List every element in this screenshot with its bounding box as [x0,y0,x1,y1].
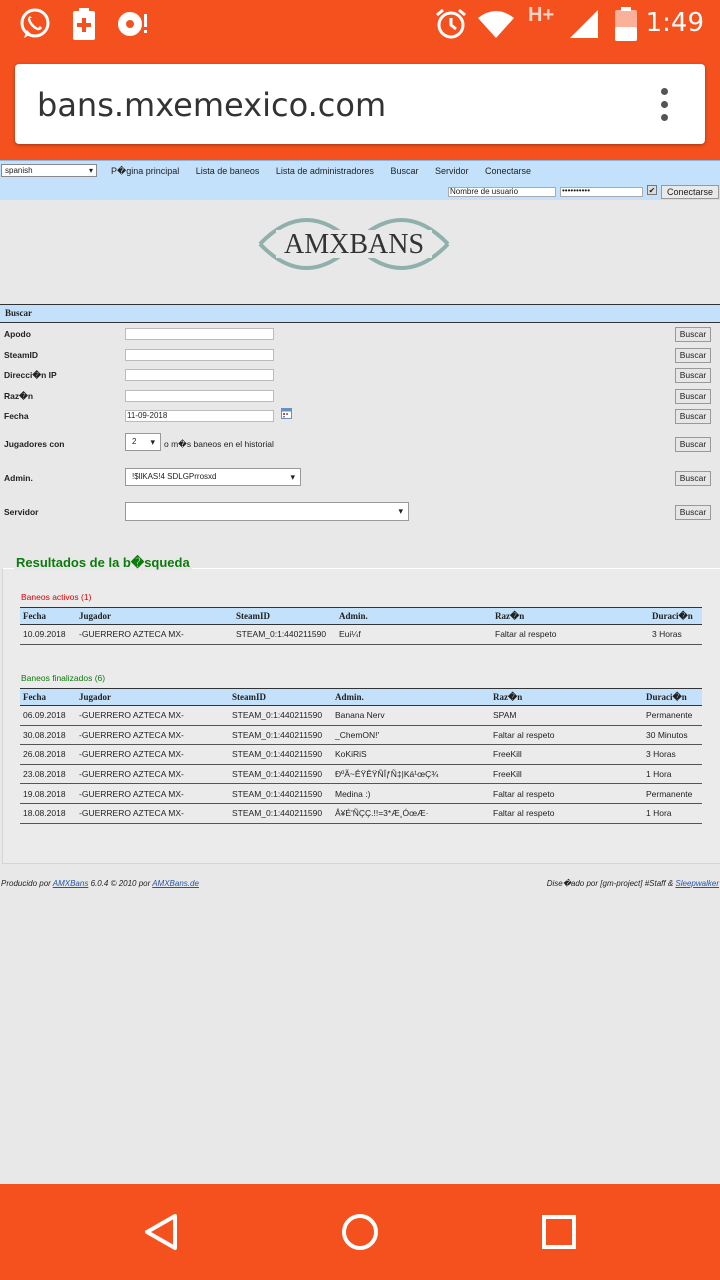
col-steamid[interactable]: SteamID [229,688,332,706]
col-admin[interactable]: Admin. [336,607,492,625]
wifi-icon [478,11,514,38]
apodo-input[interactable] [125,328,274,340]
col-jugador[interactable]: Jugador [76,688,229,706]
password-field[interactable]: •••••••••• [560,187,643,197]
col-razon[interactable]: Raz�n [490,688,643,706]
col-steamid[interactable]: SteamID [233,607,336,625]
table-row[interactable]: 19.08.2018 -GUERRERO AZTECA MX- STEAM_0:1:… [20,783,702,804]
active-bans-table: Fecha Jugador SteamID Admin. Raz�n Durac… [20,607,702,645]
home-icon[interactable] [340,1212,380,1252]
search-ip-button[interactable]: Buscar [675,368,711,383]
search-fecha-button[interactable]: Buscar [675,409,711,424]
nav-links: P�gina principal Lista de baneos Lista d… [111,166,545,177]
status-bar: H+ 1:49 [0,0,720,48]
apodo-label: Apodo [4,329,31,339]
ban-count-suffix: o m�s baneos en el historial [164,439,274,449]
col-fecha[interactable]: Fecha [20,607,76,625]
search-admin-button[interactable]: Buscar [675,471,711,486]
network-type: H+ [528,4,555,26]
remember-checkbox[interactable]: ✔ [647,185,657,195]
amxbans-de-link[interactable]: AMXBans.de [152,879,199,888]
col-jugador[interactable]: Jugador [76,607,233,625]
search-row-apodo: Apodo Buscar [0,327,720,342]
alarm-icon [436,8,466,39]
url-text[interactable]: bans.mxemexico.com [37,86,386,124]
language-select[interactable]: spanish [1,164,97,177]
sleepwalker-link[interactable]: Sleepwalker [675,879,719,888]
steamid-input[interactable] [125,349,274,361]
razon-input[interactable] [125,390,274,402]
jugadores-label: Jugadores con [4,439,65,449]
footer-right: Dise�ado por [gm-project] #Staff & Sleep… [546,879,719,888]
finished-bans-table: Fecha Jugador SteamID Admin. Raz�n Durac… [20,688,702,824]
admin-select[interactable]: !$llKAS!4 SDLGPrrosxd [125,468,301,486]
table-row[interactable]: 23.08.2018 -GUERRERO AZTECA MX- STEAM_0:1:… [20,764,702,785]
nav-link-search[interactable]: Buscar [390,166,418,176]
web-page: spanish P�gina principal Lista de baneos… [0,160,720,1184]
search-row-fecha: Fecha 11-09-2018 Buscar [0,408,720,424]
nav-link-login[interactable]: Conectarse [485,166,531,176]
col-razon[interactable]: Raz�n [492,607,649,625]
col-admin[interactable]: Admin. [332,688,490,706]
ip-label: Direcci�n IP [4,370,57,380]
ip-input[interactable] [125,369,274,381]
search-row-admin: Admin. !$llKAS!4 SDLGPrrosxd Buscar [0,468,720,486]
nav-link-server[interactable]: Servidor [435,166,469,176]
col-duracion[interactable]: Duraci�n [649,607,702,625]
search-header: Buscar [0,304,720,323]
search-apodo-button[interactable]: Buscar [675,327,711,342]
signal-icon [570,10,598,38]
battery-icon [615,7,637,41]
search-row-ip: Direcci�n IP Buscar [0,368,720,383]
android-nav-bar [0,1184,720,1280]
search-row-jugadores: Jugadores con 2 o m�s baneos en el histo… [0,433,720,452]
results-title: Resultados de la b�squeda [14,555,192,571]
footer-left: Producido por AMXBans 6.0.4 © 2010 por A… [1,879,199,888]
steamid-label: SteamID [4,350,39,360]
fecha-label: Fecha [4,411,29,421]
calendar-icon[interactable] [281,408,292,419]
browser-toolbar: bans.mxemexico.com [0,48,720,160]
nav-link-admin-list[interactable]: Lista de administradores [276,166,374,176]
razon-label: Raz�n [4,391,34,401]
admin-label: Admin. [4,473,33,483]
search-servidor-button[interactable]: Buscar [675,505,711,520]
finished-bans-title: Baneos finalizados (6) [21,673,106,683]
amxbans-logo: AMXBANS [258,218,450,270]
amxbans-link[interactable]: AMXBans [53,879,89,888]
table-row[interactable]: 10.09.2018 -GUERRERO AZTECA MX- STEAM_0:1:… [20,624,702,645]
speed-dial-icon [118,12,147,36]
whatsapp-icon [20,8,50,38]
search-row-servidor: Servidor Buscar [0,502,720,521]
search-row-razon: Raz�n Buscar [0,389,720,404]
table-row[interactable]: 30.08.2018 -GUERRERO AZTECA MX- STEAM_0:1:… [20,725,702,746]
url-bar[interactable]: bans.mxemexico.com [15,64,705,144]
fecha-input[interactable]: 11-09-2018 [125,410,274,422]
search-row-steamid: SteamID Buscar [0,348,720,363]
top-navigation: spanish P�gina principal Lista de baneos… [0,160,720,200]
search-jugadores-button[interactable]: Buscar [675,437,711,452]
nav-link-home[interactable]: P�gina principal [111,166,179,176]
clock: 1:49 [645,8,704,38]
logo-text: AMXBANS [284,229,424,260]
table-row[interactable]: 26.08.2018 -GUERRERO AZTECA MX- STEAM_0:1:… [20,744,702,765]
battery-saver-icon [73,8,95,40]
search-steamid-button[interactable]: Buscar [675,348,711,363]
more-vert-icon[interactable] [661,88,669,122]
username-field[interactable]: Nombre de usuario [448,187,556,197]
servidor-label: Servidor [4,507,39,517]
recents-icon[interactable] [541,1214,577,1250]
server-select[interactable] [125,502,409,521]
connect-button[interactable]: Conectarse [661,185,719,199]
nav-link-ban-list[interactable]: Lista de baneos [196,166,260,176]
active-bans-title: Baneos activos (1) [21,592,92,602]
ban-count-select[interactable]: 2 [125,433,161,451]
table-row[interactable]: 18.08.2018 -GUERRERO AZTECA MX- STEAM_0:1:… [20,803,702,824]
results-panel: Resultados de la b�squeda Baneos activos… [2,555,720,864]
col-duracion[interactable]: Duraci�n [643,688,702,706]
back-icon[interactable] [141,1212,181,1252]
col-fecha[interactable]: Fecha [20,688,76,706]
table-row[interactable]: 06.09.2018 -GUERRERO AZTECA MX- STEAM_0:1:… [20,705,702,726]
search-razon-button[interactable]: Buscar [675,389,711,404]
